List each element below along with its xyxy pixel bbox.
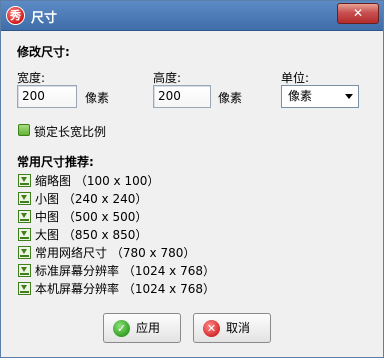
preset-item-web[interactable]: 常用网络尺寸 （780 x 780） [18, 245, 195, 261]
preset-item-medium[interactable]: 中图 （500 x 500） [18, 209, 147, 225]
unit-select[interactable]: 像素 [281, 85, 359, 108]
size-dialog: 秀 尺寸 ✕ 修改尺寸: 宽度: 200 像素 高度: 200 像素 单位: 像… [0, 0, 384, 358]
apply-button[interactable]: ✓ 应用 [103, 313, 181, 343]
width-label: 宽度: [17, 71, 46, 85]
preset-item-local-screen[interactable]: 本机屏幕分辨率 （1024 x 768） [18, 281, 215, 297]
preset-item-small[interactable]: 小图 （240 x 240） [18, 191, 147, 207]
window-title: 尺寸 [31, 11, 58, 26]
preset-size-icon [18, 246, 31, 259]
height-input[interactable]: 200 [153, 85, 211, 108]
presets-heading: 常用尺寸推荐: [17, 155, 94, 169]
preset-label: 本机屏幕分辨率 （1024 x 768） [35, 282, 215, 296]
preset-label: 标准屏幕分辨率 （1024 x 768） [35, 264, 215, 278]
preset-label: 中图 （500 x 500） [35, 210, 148, 224]
preset-item-thumbnail[interactable]: 缩略图 （100 x 100） [18, 173, 159, 189]
preset-label: 大图 （850 x 850） [35, 228, 148, 242]
chevron-down-icon[interactable] [345, 94, 353, 99]
preset-size-icon [18, 192, 31, 205]
width-input[interactable]: 200 [17, 85, 77, 108]
preset-size-icon [18, 210, 31, 223]
cancel-button-label: 取消 [226, 321, 251, 335]
preset-label: 缩略图 （100 x 100） [35, 174, 160, 188]
height-unit-text: 像素 [218, 91, 243, 105]
preset-size-icon [18, 174, 31, 187]
preset-item-standard-screen[interactable]: 标准屏幕分辨率 （1024 x 768） [18, 263, 215, 279]
cancel-button[interactable]: ✕ 取消 [193, 313, 271, 343]
apply-button-label: 应用 [136, 321, 161, 335]
preset-label: 小图 （240 x 240） [35, 192, 148, 206]
width-unit-text: 像素 [85, 91, 110, 105]
preset-item-large[interactable]: 大图 （850 x 850） [18, 227, 147, 243]
app-icon: 秀 [6, 6, 25, 25]
close-button[interactable]: ✕ [337, 3, 379, 24]
close-icon: ✕ [352, 6, 364, 20]
preset-label: 常用网络尺寸 （780 x 780） [35, 246, 196, 260]
preset-size-icon [18, 282, 31, 295]
preset-size-icon [18, 228, 31, 241]
unit-selected-value: 像素 [288, 89, 313, 103]
preset-size-icon [18, 264, 31, 277]
close-icon: ✕ [203, 320, 220, 337]
unit-label: 单位: [281, 71, 310, 85]
lock-ratio-checkbox[interactable] [18, 124, 30, 136]
lock-ratio-label[interactable]: 锁定长宽比例 [34, 123, 106, 140]
height-label: 高度: [153, 71, 182, 85]
title-bar[interactable]: 秀 尺寸 ✕ [1, 1, 383, 31]
modify-size-heading: 修改尺寸: [17, 45, 70, 59]
check-icon: ✓ [113, 320, 130, 337]
